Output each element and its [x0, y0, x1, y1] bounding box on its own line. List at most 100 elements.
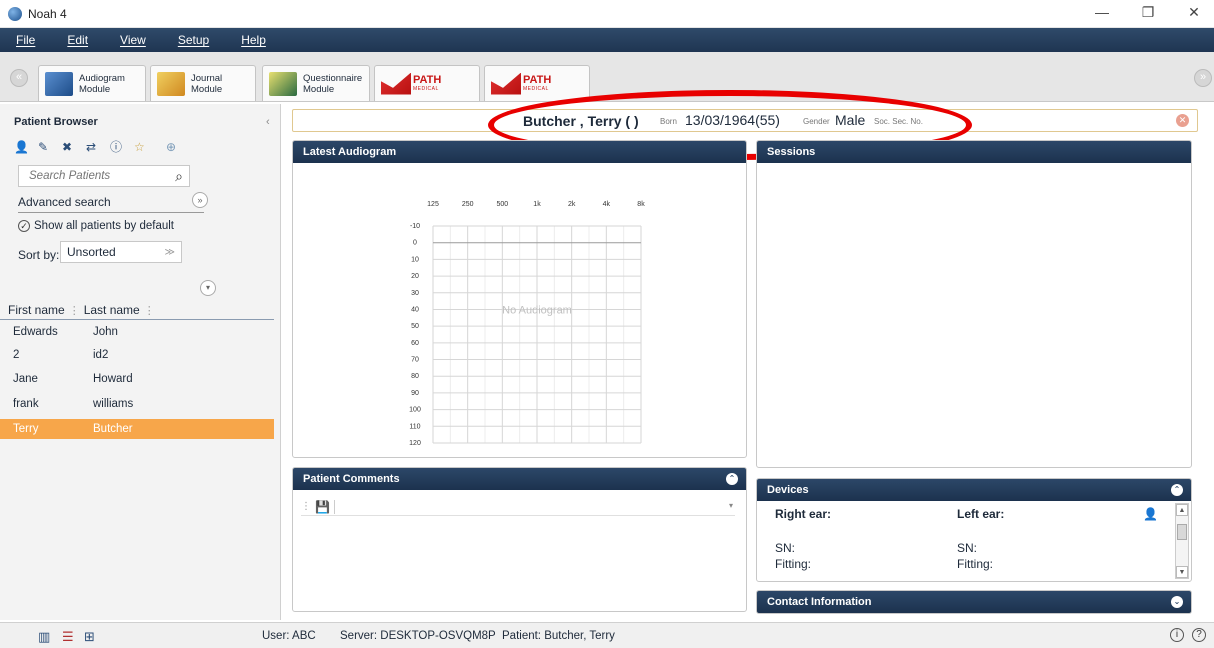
scroll-down-icon[interactable]: ▼ — [1176, 566, 1188, 578]
layout-grid-icon[interactable]: ⊞ — [84, 629, 95, 645]
audiogram-module-label: Audiogram — [79, 72, 125, 84]
patient-row[interactable]: 2 id2 — [0, 345, 274, 365]
show-all-patients-toggle[interactable]: ✓ Show all patients by default — [18, 220, 174, 232]
patient-list-header: First name ⋮ Last name ⋮ — [0, 300, 274, 320]
column-resize-handle[interactable]: ⋮ — [144, 304, 155, 317]
path-medical-module-1[interactable]: PATH MEDICAL — [374, 65, 480, 101]
audiogram-module-tab[interactable]: Audiogram Module — [38, 65, 146, 101]
expand-contact-icon[interactable]: ⌄ — [1171, 596, 1183, 608]
menu-setup[interactable]: Setup — [178, 33, 209, 47]
layout-list-icon[interactable]: ☰ — [62, 629, 74, 645]
patient-last-name: Butcher — [93, 423, 133, 435]
path-logo-sub: MEDICAL — [413, 86, 439, 92]
patient-info-icon[interactable]: ⓘ — [110, 140, 126, 154]
left-sn-label: SN: — [957, 541, 978, 555]
sessions-title: Sessions — [757, 141, 1191, 163]
scroll-thumb[interactable] — [1177, 524, 1187, 540]
patient-last-name: John — [93, 326, 118, 338]
patient-first-name: 2 — [13, 349, 20, 361]
patient-row-selected[interactable]: Terry Butcher — [0, 419, 274, 439]
scroll-left-icon[interactable]: « — [10, 69, 28, 87]
patient-comments-title: Patient Comments — [303, 473, 400, 485]
collapse-panel-icon[interactable]: ‹ — [266, 116, 270, 128]
contact-information-header[interactable]: Contact Information ⌄ — [757, 591, 1191, 613]
sort-by-select[interactable]: Unsorted ≫ — [60, 241, 182, 263]
scroll-right-icon[interactable]: » — [1194, 69, 1212, 87]
column-first-name[interactable]: First name — [8, 303, 65, 317]
path-logo-text: PATH — [413, 74, 442, 86]
questionnaire-module-tab[interactable]: Questionnaire Module — [262, 65, 370, 101]
delete-patient-icon[interactable]: ✖ — [62, 140, 78, 154]
advanced-search-expand-icon[interactable]: » — [192, 192, 208, 208]
patient-row[interactable]: Jane Howard — [0, 369, 274, 389]
advanced-search-link[interactable]: Advanced search — [18, 195, 111, 209]
patient-last-name: id2 — [93, 349, 109, 361]
audiogram-icon — [45, 71, 73, 96]
audiogram-db-label: 30 — [411, 290, 419, 297]
menu-edit[interactable]: Edit — [67, 33, 88, 47]
noah-app-icon — [8, 6, 22, 21]
add-device-icon[interactable]: 👤 — [1143, 507, 1158, 521]
restore-icon[interactable]: ❐ — [1138, 4, 1158, 21]
patient-toolbar: 👤 ✎ ✖ ⇄ ⓘ ☆ ⊕ — [14, 140, 182, 154]
expand-options-icon[interactable]: ▾ — [200, 280, 216, 296]
menu-view[interactable]: View — [120, 33, 146, 47]
status-patient: Patient: Butcher, Terry — [502, 630, 615, 642]
close-patient-icon[interactable]: ✕ — [1176, 114, 1189, 127]
sort-by-label: Sort by: — [18, 248, 60, 262]
sessions-panel: Sessions — [756, 140, 1192, 468]
audiogram-db-label: 120 — [409, 440, 421, 447]
audiogram-db-label: 20 — [411, 273, 419, 280]
save-icon[interactable]: 💾 — [315, 500, 330, 514]
column-resize-handle[interactable]: ⋮ — [69, 304, 80, 317]
patient-last-name: williams — [93, 398, 134, 410]
patient-row[interactable]: Edwards John — [0, 322, 274, 342]
devices-panel: Devices ⌃ Right ear: Left ear: 👤 SN: SN:… — [756, 478, 1192, 582]
toolbar-overflow-icon[interactable]: ▾ — [729, 501, 733, 510]
audiogram-db-label: 100 — [409, 407, 421, 414]
help-icon[interactable]: ? — [1192, 628, 1206, 642]
globe-icon[interactable]: ⊕ — [166, 140, 182, 154]
path-medical-logo: PATH MEDICAL — [491, 72, 551, 95]
patient-name: Butcher , Terry ( ) — [523, 113, 639, 129]
archive-patient-icon[interactable]: ☆ — [134, 140, 150, 154]
close-icon[interactable]: ✕ — [1184, 4, 1204, 21]
patient-first-name: Edwards — [13, 326, 58, 338]
audiogram-db-label: 80 — [411, 373, 419, 380]
minimize-icon[interactable]: — — [1092, 4, 1112, 20]
search-input[interactable] — [19, 166, 159, 186]
audiogram-frequency-label: 125 — [427, 201, 439, 208]
toolbar-separator — [333, 499, 335, 514]
layout-split-icon[interactable]: ▥ — [38, 629, 50, 645]
collapse-devices-icon[interactable]: ⌃ — [1171, 484, 1183, 496]
devices-scrollbar[interactable]: ▲ ▼ — [1175, 503, 1189, 579]
audiogram-frequency-label: 1k — [533, 201, 541, 208]
menu-file[interactable]: File — [16, 33, 35, 47]
journal-icon — [157, 71, 185, 96]
search-icon[interactable]: ⌕ — [175, 168, 183, 185]
show-all-label: Show all patients by default — [34, 220, 175, 232]
add-patient-icon[interactable]: 👤 — [14, 140, 30, 154]
search-patients-field[interactable]: ⌕ — [18, 165, 190, 187]
journal-module-label: Journal — [191, 72, 223, 84]
questionnaire-module-sub: Module — [303, 83, 335, 95]
info-icon[interactable]: i — [1170, 628, 1184, 642]
latest-audiogram-title: Latest Audiogram — [293, 141, 746, 163]
patient-first-name: frank — [13, 398, 39, 410]
comments-toolbar: ⋮ 💾 ▾ — [301, 498, 735, 516]
menu-help[interactable]: Help — [241, 33, 266, 47]
path-medical-module-2[interactable]: PATH MEDICAL — [484, 65, 590, 101]
right-ear-label: Right ear: — [775, 507, 832, 521]
gender-value: Male — [835, 112, 866, 128]
gender-label: Gender — [803, 117, 830, 126]
module-bar: « Audiogram Module Journal Module Question… — [0, 52, 1214, 102]
merge-patient-icon[interactable]: ⇄ — [86, 140, 102, 154]
column-last-name[interactable]: Last name — [84, 303, 140, 317]
journal-module-tab[interactable]: Journal Module — [150, 65, 256, 101]
contact-information-panel: Contact Information ⌄ — [756, 590, 1192, 614]
left-ear-label: Left ear: — [957, 507, 1005, 521]
patient-row[interactable]: frank williams — [0, 394, 274, 414]
edit-patient-icon[interactable]: ✎ — [38, 140, 54, 154]
scroll-up-icon[interactable]: ▲ — [1176, 504, 1188, 516]
collapse-comments-icon[interactable]: ⌃ — [726, 473, 738, 485]
